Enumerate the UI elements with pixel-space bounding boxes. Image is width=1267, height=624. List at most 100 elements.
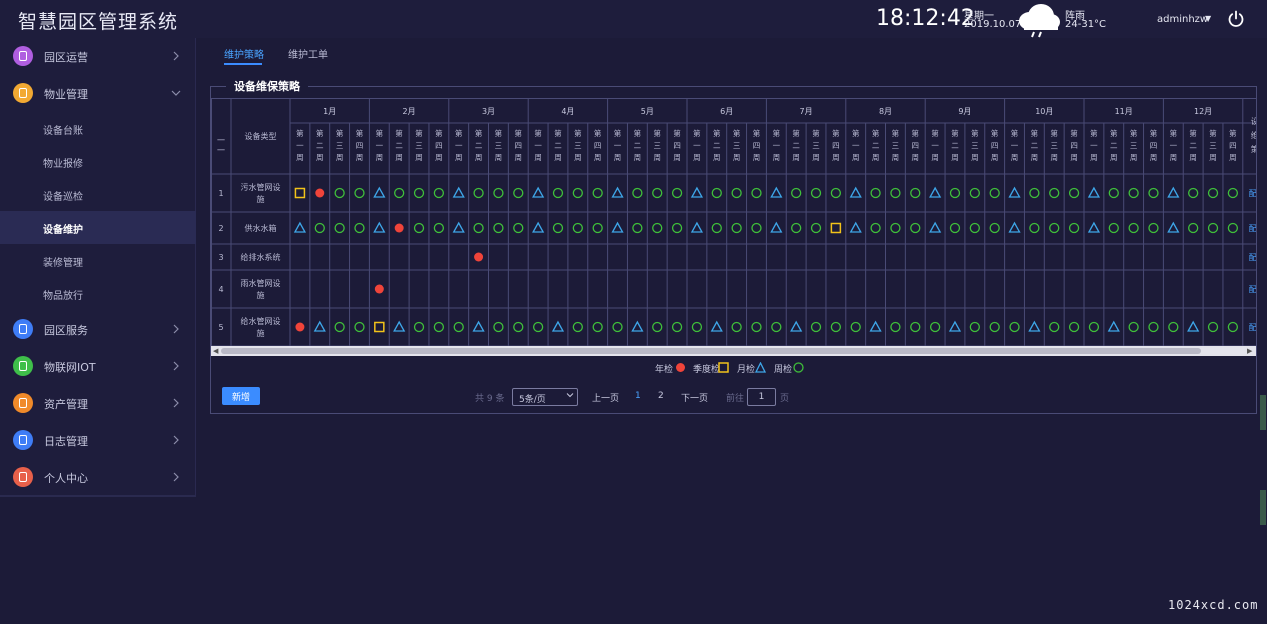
weekly-check-mark [1108,187,1119,199]
week-header: 第 [1011,128,1019,138]
weekly-check-mark [433,321,445,333]
legend-label: 年检 [655,365,674,375]
chevron-right-icon [173,361,179,371]
week-header: 第 [475,128,483,138]
monthly-check-mark [1008,186,1021,198]
page-2-button[interactable]: 2 [658,391,664,401]
weekly-check-mark [334,321,345,333]
row-action[interactable]: 配 [1249,189,1256,198]
lightbulb-icon [13,83,33,103]
weekly-check-mark [791,187,802,199]
monthly-check-mark [770,186,783,198]
week-header: 一 [614,141,622,150]
weekly-check-mark [711,187,722,199]
maintenance-grid: 一一设备类型设维策1月 2月 3月 4月 5月 6月 7月 8月 9月 10月 11月 12月第一周第… [211,98,1256,346]
weekly-check-mark [850,321,861,333]
weekly-check-mark [989,321,1000,333]
week-header: 第 [892,128,900,138]
week-header: 一 [773,141,781,150]
scroll-right-icon[interactable]: ▶ [1247,347,1252,355]
scrollbar-thumb[interactable] [221,348,1201,354]
user-menu[interactable]: adminhzw [1157,14,1208,25]
weekly-check-mark [1128,187,1139,199]
week-header: 周 [1170,153,1178,162]
row-index: 5 [218,323,223,332]
sidebar-subitem-2[interactable]: 物业报修 [0,145,196,178]
weekly-check-mark [711,222,722,234]
week-header: 二 [872,141,880,150]
weekly-check-mark [989,222,1000,234]
weekly-check-mark [910,187,921,199]
sidebar-subitem-4[interactable]: 设备维护 [0,211,196,244]
weekly-check-mark [731,187,742,199]
goto-page-input[interactable] [747,388,776,406]
row-action[interactable]: 配 [1249,285,1256,294]
sidebar-item-6[interactable]: 日志管理 [0,422,196,459]
week-header: 周 [792,153,800,162]
sidebar-subitem-1[interactable]: 设备台账 [0,112,196,145]
add-button[interactable]: 新增 [222,387,260,405]
week-header: 周 [931,153,939,162]
row-action[interactable]: 配 [1249,323,1256,332]
sidebar-item-4[interactable]: 物联网IOT [0,348,196,385]
power-icon[interactable] [1227,10,1245,28]
row-action[interactable]: 配 [1249,224,1256,233]
cloud-rain-icon [1019,4,1060,38]
weekly-check-mark [552,222,564,234]
chevron-down-icon [171,90,181,96]
sidebar-item-3[interactable]: 园区服务 [0,311,196,348]
weekly-check-mark [870,222,881,234]
next-page-button[interactable]: 下一页 [681,391,708,404]
week-header: 周 [1011,153,1019,162]
legend-mark [755,362,766,373]
weekly-check-mark [334,187,345,199]
tab-maintenance-orders[interactable]: 维护工单 [288,46,328,61]
sidebar-subitem-5[interactable]: 装修管理 [0,244,196,277]
sidebar-item-1[interactable]: 园区运营 [0,38,196,75]
sidebar-item-7[interactable]: 个人中心 [0,459,196,496]
weekly-check-mark [1168,321,1179,333]
tab-maintenance-strategy[interactable]: 维护策略 [224,46,264,61]
week-header: 第 [951,128,959,138]
week-header: 周 [832,153,840,162]
week-header: 第 [1110,128,1118,138]
page-1-button[interactable]: 1 [635,391,641,401]
caret-down-icon[interactable]: ▼ [1205,14,1211,23]
top-header: 智慧园区管理系统 18:12:42 星期一 2019.10.07 阵雨 24-3… [0,0,1267,38]
week-header: 周 [356,153,364,162]
week-header: 四 [832,141,840,150]
scroll-left-icon[interactable]: ◀ [213,347,218,355]
weekly-check-mark [830,187,842,199]
weekly-check-mark [1049,321,1060,333]
month-header: 12月 [1194,107,1212,116]
week-header: 周 [435,153,443,162]
weekly-check-mark [671,222,683,234]
week-header: 三 [415,141,423,150]
monthly-check-mark [790,320,803,332]
monthly-check-mark [1008,221,1021,233]
monthly-check-mark [472,320,485,332]
sidebar-item-2[interactable]: 物业管理 [0,75,196,112]
weekly-check-mark [731,321,742,333]
chevron-right-icon [173,324,179,334]
quarterly-check-mark [294,187,306,199]
monthly-check-mark [869,320,882,332]
week-header: 第 [1070,128,1078,138]
sidebar-subitem-label: 装修管理 [43,258,83,269]
device-type: 给水管网设 [241,316,281,326]
week-header: 二 [475,141,483,150]
horizontal-scrollbar[interactable]: ◀ ▶ [211,346,1256,356]
row-action[interactable]: 配 [1249,253,1256,262]
prev-page-button[interactable]: 上一页 [592,391,619,404]
sidebar-subitem-3[interactable]: 设备巡检 [0,178,196,211]
monthly-check-mark [849,186,862,198]
week-header: 二 [316,141,324,150]
month-header: 10月 [1035,107,1053,116]
legend-label: 季度检 [693,365,721,375]
legend-label: 月检 [737,365,756,375]
weekly-check-mark [513,187,524,199]
week-header: 周 [1110,153,1118,162]
monthly-check-mark [929,186,942,198]
sidebar-subitem-6[interactable]: 物品放行 [0,277,196,310]
sidebar-item-5[interactable]: 资产管理 [0,385,196,422]
